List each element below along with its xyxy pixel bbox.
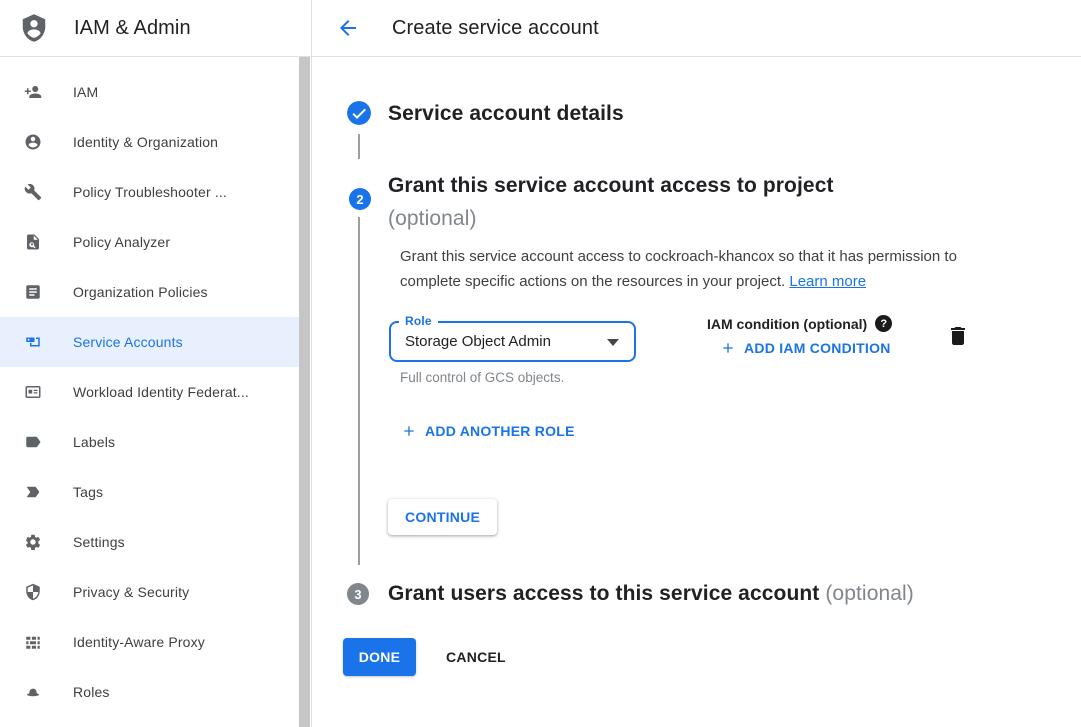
sidebar-item-tags[interactable]: Tags	[0, 467, 299, 517]
arrow-back-icon	[336, 16, 360, 40]
hat-icon	[24, 683, 42, 701]
step3-title-text: Grant users access to this service accou…	[388, 582, 819, 605]
main-header: Create service account	[312, 0, 1081, 57]
trash-icon	[946, 324, 970, 348]
step-connector	[358, 217, 360, 565]
done-button[interactable]: DONE	[343, 638, 416, 676]
learn-more-link[interactable]: Learn more	[789, 273, 866, 290]
back-button[interactable]	[336, 16, 360, 40]
wrench-icon	[24, 183, 42, 201]
sidebar-item-privacy-security[interactable]: Privacy & Security	[0, 567, 299, 617]
step2-number-badge: 2	[349, 188, 371, 210]
sidebar-header: IAM & Admin	[0, 0, 311, 57]
sidebar-item-label: Workload Identity Federat...	[73, 384, 249, 400]
sidebar-item-workload-identity-federation[interactable]: Workload Identity Federat...	[0, 367, 299, 417]
sidebar-nav: IAM Identity & Organization Policy Troub…	[0, 57, 311, 717]
create-service-account-form: Service account details 2 Grant this ser…	[312, 57, 1081, 727]
plus-icon	[401, 423, 417, 439]
badge-card-icon	[24, 383, 42, 401]
sidebar-item-organization-policies[interactable]: Organization Policies	[0, 267, 299, 317]
sidebar-title: IAM & Admin	[74, 17, 191, 40]
iam-condition-label: IAM condition (optional)	[707, 316, 867, 332]
role-select[interactable]: Role Storage Object Admin	[389, 321, 636, 362]
sidebar-item-identity-organization[interactable]: Identity & Organization	[0, 117, 299, 167]
sidebar-item-identity-aware-proxy[interactable]: Identity-Aware Proxy	[0, 617, 299, 667]
continue-button[interactable]: CONTINUE	[388, 499, 497, 535]
plus-icon	[720, 340, 736, 356]
step3-number-badge: 3	[347, 583, 369, 605]
label-icon	[24, 433, 42, 451]
iam-condition-label-row: IAM condition (optional) ?	[707, 315, 892, 332]
add-iam-condition-button[interactable]: ADD IAM CONDITION	[720, 340, 891, 356]
cancel-button[interactable]: CANCEL	[430, 638, 522, 676]
page-title: Create service account	[392, 17, 599, 40]
tag-arrow-icon	[24, 483, 42, 501]
sidebar-item-label: Tags	[73, 484, 103, 500]
account-circle-icon	[24, 133, 42, 151]
sidebar-item-roles[interactable]: Roles	[0, 667, 299, 717]
step1-title: Service account details	[388, 102, 624, 126]
sidebar-item-label: Identity & Organization	[73, 134, 218, 150]
role-select-value: Storage Object Admin	[405, 323, 551, 360]
step1-check-circle-icon	[347, 101, 371, 125]
main-panel: Create service account Service account d…	[312, 0, 1081, 727]
step2-title: Grant this service account access to pro…	[388, 169, 834, 235]
step2-title-text: Grant this service account access to pro…	[388, 174, 834, 197]
add-another-role-label: ADD ANOTHER ROLE	[425, 423, 575, 439]
sidebar-item-label: Settings	[73, 534, 125, 550]
sidebar-item-policy-analyzer[interactable]: Policy Analyzer	[0, 217, 299, 267]
sidebar-item-service-accounts[interactable]: Service Accounts	[0, 317, 299, 367]
sidebar-scrollbar[interactable]	[299, 57, 310, 727]
help-icon[interactable]: ?	[875, 315, 892, 332]
step2-description-text: Grant this service account access to coc…	[400, 248, 957, 290]
add-iam-condition-label: ADD IAM CONDITION	[744, 340, 891, 356]
sidebar-item-label: IAM	[73, 84, 98, 100]
sidebar-item-label: Service Accounts	[73, 334, 183, 350]
sidebar-item-label: Identity-Aware Proxy	[73, 634, 205, 650]
step3-optional-label: (optional)	[825, 582, 914, 605]
iam-shield-icon	[19, 11, 49, 45]
sidebar-item-labels[interactable]: Labels	[0, 417, 299, 467]
gear-icon	[24, 533, 42, 551]
iam-admin-app: IAM & Admin IAM Identity & Organization …	[0, 0, 1081, 727]
chevron-down-icon	[607, 339, 619, 346]
sidebar-item-label: Roles	[73, 684, 110, 700]
role-helper-text: Full control of GCS objects.	[400, 370, 564, 385]
sidebar-item-label: Policy Troubleshooter ...	[73, 184, 227, 200]
shield-icon	[24, 583, 42, 601]
sidebar-item-label: Policy Analyzer	[73, 234, 170, 250]
grid-icon	[24, 633, 42, 651]
sidebar-item-iam[interactable]: IAM	[0, 67, 299, 117]
step2-optional-label: (optional)	[388, 207, 477, 230]
delete-role-button[interactable]	[946, 324, 970, 348]
document-search-icon	[24, 233, 42, 251]
step-connector	[358, 134, 360, 159]
sidebar-item-settings[interactable]: Settings	[0, 517, 299, 567]
service-account-icon	[24, 333, 42, 351]
sidebar-item-label: Privacy & Security	[73, 584, 189, 600]
add-another-role-button[interactable]: ADD ANOTHER ROLE	[401, 423, 575, 439]
step2-description: Grant this service account access to coc…	[400, 244, 980, 294]
sidebar-item-label: Organization Policies	[73, 284, 208, 300]
step3-title: Grant users access to this service accou…	[388, 582, 914, 606]
sidebar-item-label: Labels	[73, 434, 115, 450]
sidebar-item-policy-troubleshooter[interactable]: Policy Troubleshooter ...	[0, 167, 299, 217]
article-icon	[24, 283, 42, 301]
sidebar: IAM & Admin IAM Identity & Organization …	[0, 0, 312, 727]
person-add-icon	[24, 83, 42, 101]
